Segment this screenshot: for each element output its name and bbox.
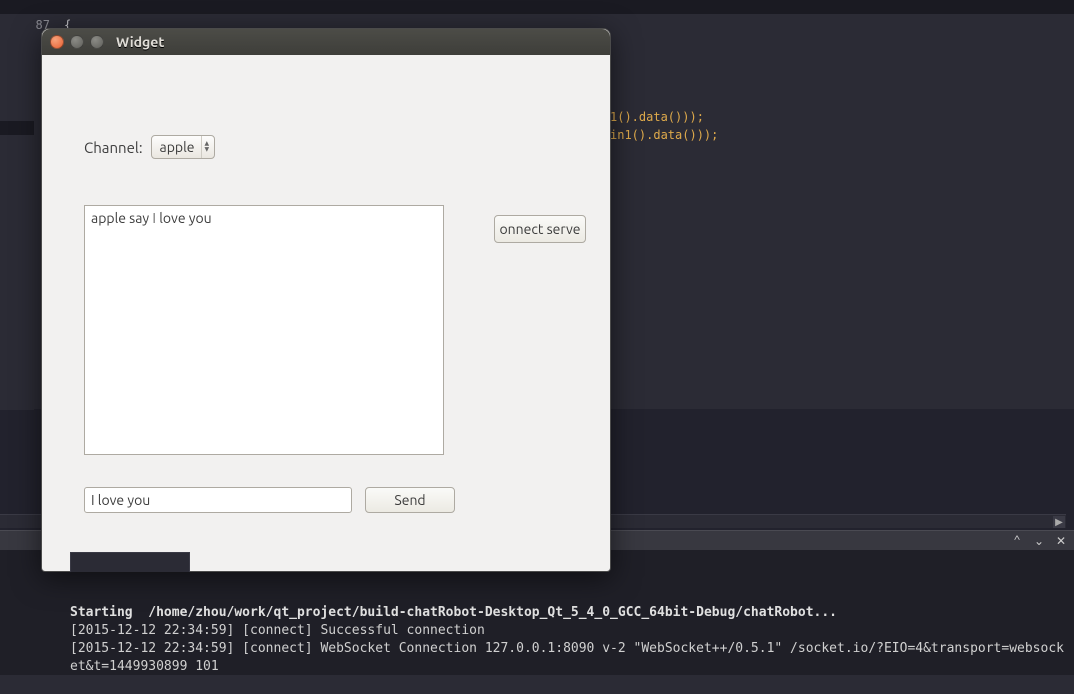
chat-log-textarea[interactable]: apple say I love you bbox=[84, 205, 444, 455]
spinbox-arrows-icon[interactable]: ▲ ▼ bbox=[201, 136, 213, 158]
code-fragment: 1().data())); bbox=[610, 110, 704, 124]
code-fragment: in1().data())); bbox=[610, 128, 718, 142]
send-button-label: Send bbox=[394, 492, 425, 508]
pane-collapse-icon[interactable]: ^ bbox=[1010, 534, 1024, 547]
send-button[interactable]: Send bbox=[365, 487, 455, 513]
chevron-down-icon[interactable]: ▼ bbox=[205, 147, 210, 153]
channel-spinbox[interactable]: apple ▲ ▼ bbox=[151, 135, 216, 159]
pane-close-icon[interactable]: ✕ bbox=[1054, 534, 1068, 548]
widget-window: Widget Channel: apple ▲ ▼ apple say I lo… bbox=[41, 28, 611, 572]
connect-server-button[interactable]: onnect serve bbox=[494, 215, 586, 243]
editor-left-margin bbox=[0, 14, 34, 410]
window-title: Widget bbox=[110, 34, 164, 50]
editor-tabbar bbox=[0, 0, 1074, 14]
pane-expand-icon[interactable]: ⌄ bbox=[1032, 534, 1046, 548]
output-tab[interactable] bbox=[70, 552, 190, 572]
window-titlebar[interactable]: Widget bbox=[42, 29, 610, 55]
window-minimize-icon[interactable] bbox=[70, 35, 84, 49]
channel-value: apple bbox=[160, 139, 195, 155]
window-maximize-icon[interactable] bbox=[90, 35, 104, 49]
output-line: [2015-12-12 22:34:59] [connect] WebSocke… bbox=[70, 641, 1064, 674]
window-body: Channel: apple ▲ ▼ apple say I love you … bbox=[42, 55, 610, 571]
output-line: [2015-12-12 22:34:59] [connect] Successf… bbox=[70, 623, 485, 638]
output-line: Starting /home/zhou/work/qt_project/buil… bbox=[70, 605, 837, 620]
message-input[interactable] bbox=[84, 487, 352, 513]
log-text: love you bbox=[156, 210, 212, 226]
log-text: apple say bbox=[91, 210, 152, 226]
window-close-icon[interactable] bbox=[50, 35, 64, 49]
connect-server-button-label: onnect serve bbox=[499, 221, 580, 237]
editor-left-margin-dark bbox=[0, 121, 34, 135]
scroll-right-arrow-icon[interactable]: ▶ bbox=[1053, 516, 1065, 528]
channel-label: Channel: bbox=[84, 139, 143, 156]
